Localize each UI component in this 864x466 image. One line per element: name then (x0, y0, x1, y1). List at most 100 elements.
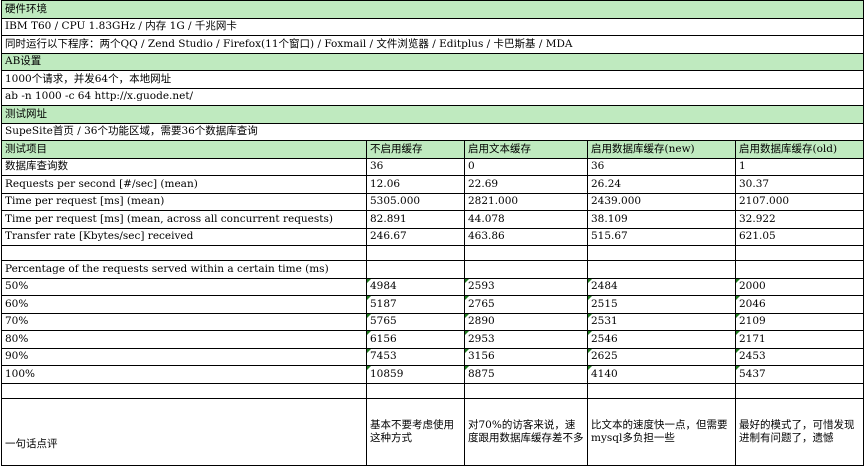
column-header-row: 测试项目 不启用缓存 启用文本缓存 启用数据库缓存(new) 启用数据库缓存(o… (1, 140, 864, 159)
percentile-row-label: 80% (1, 330, 367, 349)
table-cell: 5305.000 (366, 192, 465, 211)
percentile-row: 60% 5187 2765 2515 2046 (1, 295, 864, 314)
table-cell: 36 (366, 157, 465, 176)
table-cell: 4140 (587, 365, 736, 384)
percentile-row-label: 90% (1, 347, 367, 366)
empty-cell (464, 260, 588, 279)
ab-requests: 1000个请求，并发64个，本地网址 (0, 70, 864, 89)
table-cell: 26.24 (587, 175, 736, 194)
empty-cell (366, 245, 465, 261)
header-db-cache-new: 启用数据库缓存(new) (587, 140, 736, 159)
table-cell: 38.109 (587, 210, 736, 229)
table-cell: 2765 (464, 295, 588, 314)
table-cell: 2046 (734, 295, 864, 314)
table-cell: 463.86 (464, 227, 588, 246)
percentile-row: 90% 7453 3156 2625 2453 (1, 347, 864, 366)
table-cell: 32.922 (734, 210, 864, 229)
metric-row: Time per request [ms] (mean, across all … (1, 210, 864, 229)
metric-row: Time per request [ms] (mean) 5305.000 2821… (1, 192, 864, 211)
table-cell: 2890 (464, 312, 588, 331)
table-cell: 5187 (366, 295, 465, 314)
table-cell: 2953 (464, 330, 588, 349)
table-cell: 22.69 (464, 175, 588, 194)
metric-row: Transfer rate [Kbytes/sec] received 246.6… (1, 227, 864, 246)
test-url-description: SupeSite首页 / 36个功能区域，需要36个数据库查询 (0, 122, 864, 141)
spacer-row (1, 245, 864, 261)
table-cell: 0 (464, 157, 588, 176)
table-cell: 1 (734, 157, 864, 176)
empty-cell (366, 260, 465, 279)
table-cell: 621.05 (734, 227, 864, 246)
table-cell: 2453 (734, 347, 864, 366)
section-hardware-title: 硬件环境 (0, 0, 864, 19)
table-cell: 7453 (366, 347, 465, 366)
comment-label: 一句话点评 (1, 397, 367, 466)
percentile-row: 100% 10859 8875 4140 5437 (1, 365, 864, 384)
table-cell: 12.06 (366, 175, 465, 194)
table-cell: 2109 (734, 312, 864, 331)
empty-cell (366, 382, 465, 399)
table-cell: 36 (587, 157, 736, 176)
table-cell: 515.67 (587, 227, 736, 246)
metric-row-label: Time per request [ms] (mean, across all … (1, 210, 367, 229)
metric-row: Requests per second [#/sec] (mean) 12.06 2… (1, 175, 864, 194)
empty-cell (464, 245, 588, 261)
table-cell: 8875 (464, 365, 588, 384)
table-cell: 6156 (366, 330, 465, 349)
empty-cell (734, 260, 864, 279)
comment-cell: 比文本的速度快一点，但需要mysql多负担一些 (587, 397, 736, 466)
metric-row-label: Requests per second [#/sec] (mean) (1, 175, 367, 194)
header-db-cache-old: 启用数据库缓存(old) (734, 140, 864, 159)
table-cell: 5765 (366, 312, 465, 331)
table-cell: 5437 (734, 365, 864, 384)
ab-command: ab -n 1000 -c 64 http://x.guode.net/ (0, 87, 864, 106)
metric-row: 数据库查询数 36 0 36 1 (1, 157, 864, 176)
hardware-running-programs: 同时运行以下程序：两个QQ / Zend Studio / Firefox(11… (0, 35, 864, 54)
percentile-row: 80% 6156 2953 2546 2171 (1, 330, 864, 349)
empty-cell (1, 382, 367, 399)
percentile-row-label: 70% (1, 312, 367, 331)
header-text-cache: 启用文本缓存 (464, 140, 588, 159)
percentile-row-label: 50% (1, 277, 367, 296)
table-cell: 2484 (587, 277, 736, 296)
metric-row-label: 数据库查询数 (1, 157, 367, 176)
section-test-url-title: 测试网址 (0, 105, 864, 124)
table-cell: 2593 (464, 277, 588, 296)
empty-cell (1, 245, 367, 261)
comment-cell: 对70%的访客来说，速度跟用数据库缓存差不多 (464, 397, 588, 466)
table-cell: 2531 (587, 312, 736, 331)
metric-row-label: Time per request [ms] (mean) (1, 192, 367, 211)
table-cell: 2546 (587, 330, 736, 349)
table-cell: 246.67 (366, 227, 465, 246)
percentage-title: Percentage of the requests served within… (1, 260, 367, 279)
table-cell: 2000 (734, 277, 864, 296)
percentile-row: 50% 4984 2593 2484 2000 (1, 277, 864, 296)
table-cell: 2515 (587, 295, 736, 314)
header-no-cache: 不启用缓存 (366, 140, 465, 159)
percentage-title-row: Percentage of the requests served within… (1, 260, 864, 279)
percentile-row-label: 60% (1, 295, 367, 314)
table-cell: 82.891 (366, 210, 465, 229)
spacer-row (1, 382, 864, 399)
metric-row-label: Transfer rate [Kbytes/sec] received (1, 227, 367, 246)
comment-cell: 基本不要考虑使用这种方式 (366, 397, 465, 466)
empty-cell (587, 245, 736, 261)
table-cell: 44.078 (464, 210, 588, 229)
table-cell: 2439.000 (587, 192, 736, 211)
table-cell: 4984 (366, 277, 465, 296)
table-cell: 10859 (366, 365, 465, 384)
table-cell: 2107.000 (734, 192, 864, 211)
percentile-row-label: 100% (1, 365, 367, 384)
empty-cell (734, 382, 864, 399)
section-ab-title: AB设置 (0, 52, 864, 71)
percentile-row: 70% 5765 2890 2531 2109 (1, 312, 864, 331)
empty-cell (587, 260, 736, 279)
empty-cell (587, 382, 736, 399)
table-cell: 2625 (587, 347, 736, 366)
empty-cell (464, 382, 588, 399)
comment-cell: 最好的模式了，可惜发现进制有问题了，遗憾 (734, 397, 864, 466)
table-cell: 30.37 (734, 175, 864, 194)
table-cell: 3156 (464, 347, 588, 366)
hardware-machine: IBM T60 / CPU 1.83GHz / 内存 1G / 千兆网卡 (0, 17, 864, 36)
table-cell: 2821.000 (464, 192, 588, 211)
